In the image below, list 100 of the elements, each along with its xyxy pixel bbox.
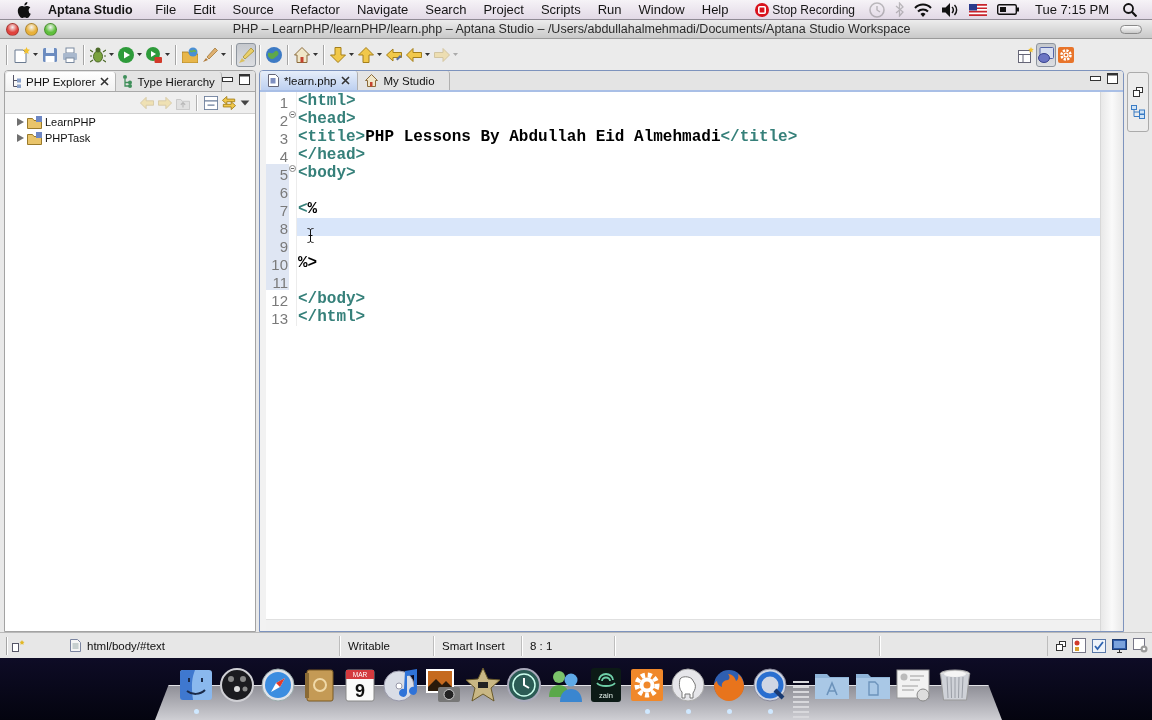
wifi-icon[interactable] [914,2,933,17]
horizontal-scrollbar[interactable] [266,619,1100,631]
maximize-icon[interactable] [1107,73,1118,84]
fold-icon[interactable] [289,111,296,118]
record-stop-icon[interactable] [755,2,770,17]
view-tab[interactable]: PHP Explorer [6,72,117,91]
battery-icon[interactable] [997,4,1020,15]
editor-tab[interactable]: *learn.php [261,71,359,90]
view-tab[interactable]: Type Hierarchy [116,72,222,91]
line-number: 4 [278,147,289,164]
caret-icon[interactable] [313,53,318,56]
menu-item[interactable]: Run [589,0,630,20]
tree-icon[interactable] [122,75,133,88]
card-icon[interactable] [1072,638,1086,653]
element-path: html/body/#text [87,639,165,652]
project-folder-icon[interactable] [27,115,42,129]
apple-icon[interactable] [17,1,31,18]
menu-item[interactable]: File [146,0,185,20]
minimize-icon[interactable] [1090,76,1101,81]
tree-icon[interactable] [1131,105,1145,119]
menu-item[interactable]: Search [416,0,475,20]
text-cursor-icon [307,228,314,243]
caret-icon[interactable] [425,53,430,56]
editor-tab[interactable]: My Studio [358,71,451,90]
caret-icon[interactable] [33,53,38,56]
menu-item[interactable]: Help [693,0,737,20]
clock-icon[interactable] [506,667,542,703]
menu-item[interactable]: Navigate [348,0,417,20]
file-icon[interactable] [268,74,279,87]
photo-camera-icon[interactable] [424,667,460,703]
tree-item[interactable]: PHPTask [45,132,91,144]
window-star-icon[interactable] [12,639,25,652]
line-number: 12 [270,291,289,308]
project-folder-icon[interactable] [27,131,42,145]
caret-icon[interactable] [137,53,142,56]
menu-item[interactable]: Scripts [532,0,590,20]
caret-icon[interactable] [109,53,114,56]
close-icon[interactable] [100,77,110,86]
maximize-icon[interactable] [239,73,250,85]
search-icon[interactable] [1123,2,1137,17]
menu-item[interactable]: Window [630,0,694,20]
ring-icon[interactable] [752,667,788,703]
elephant-icon[interactable] [670,667,706,703]
collapse-all-icon[interactable] [204,95,218,110]
caret-icon[interactable] [165,53,170,56]
star-icon[interactable] [465,667,501,703]
menu-item[interactable]: Edit [184,0,225,20]
house-icon[interactable] [365,74,379,87]
gear-icon[interactable] [629,667,665,703]
window-gear-icon[interactable] [1133,638,1148,653]
menu-item[interactable]: Refactor [282,0,349,20]
line-number: 8 [266,218,289,236]
line-number: 1 [278,93,289,110]
code-line: </head> [298,146,366,164]
close-button[interactable] [6,22,19,36]
hierarchy-icon[interactable] [12,75,21,88]
menu-item[interactable]: Source [224,0,283,20]
caret-icon[interactable] [221,53,226,56]
stop-recording-item[interactable]: Stop Recording [772,2,856,17]
calendar-day: 9 [355,681,365,701]
line-number: 6 [266,182,289,200]
expand-arrow-icon[interactable] [17,118,24,126]
toolbar-toggle-button[interactable] [1120,24,1142,34]
code-line: </body> [298,290,366,308]
music-disc-icon[interactable] [383,667,419,703]
monitor-icon[interactable] [1112,638,1127,653]
code-line: %> [298,254,318,272]
document-icon [70,639,81,652]
dial-icon[interactable] [219,667,255,703]
expand-arrow-icon[interactable] [17,134,24,142]
minimize-icon[interactable] [222,76,233,82]
line-number: 5 [266,164,289,182]
face-icon[interactable] [178,667,214,703]
line-number: 3 [278,129,289,146]
flag-icon[interactable] [969,3,988,16]
code-line: <% [298,200,318,218]
close-icon[interactable] [341,76,351,85]
speaker-icon[interactable] [942,2,960,17]
code-line: <head> [298,110,356,128]
fold-icon[interactable] [289,165,296,172]
fox-globe-icon[interactable] [711,667,747,703]
code-line: <title>PHP Lessons By Abdullah Eid Almehmadi</title> [298,128,798,146]
menu-clock[interactable]: Tue 7:15 PM [1035,2,1109,17]
menu-item[interactable]: Project [474,0,533,20]
line-number: 13 [270,309,289,326]
caret-icon[interactable] [349,53,354,56]
zoom-button[interactable] [44,22,57,36]
line-number: 9 [266,236,289,254]
trash-icon[interactable] [937,667,973,703]
tree-item[interactable]: LearnPHP [45,116,96,128]
app-menu[interactable]: Aptana Studio [48,2,133,17]
insert-mode: Smart Insert [442,639,505,652]
document-icon[interactable] [896,667,932,703]
restore-icon[interactable] [1056,640,1066,651]
clipboard-check-icon[interactable] [1092,638,1106,653]
restore-icon[interactable] [1133,87,1143,97]
compass-icon[interactable] [260,667,296,703]
cursor-position: 8 : 1 [530,639,553,652]
caret-icon[interactable] [377,53,382,56]
line-number: 2 [278,111,289,128]
